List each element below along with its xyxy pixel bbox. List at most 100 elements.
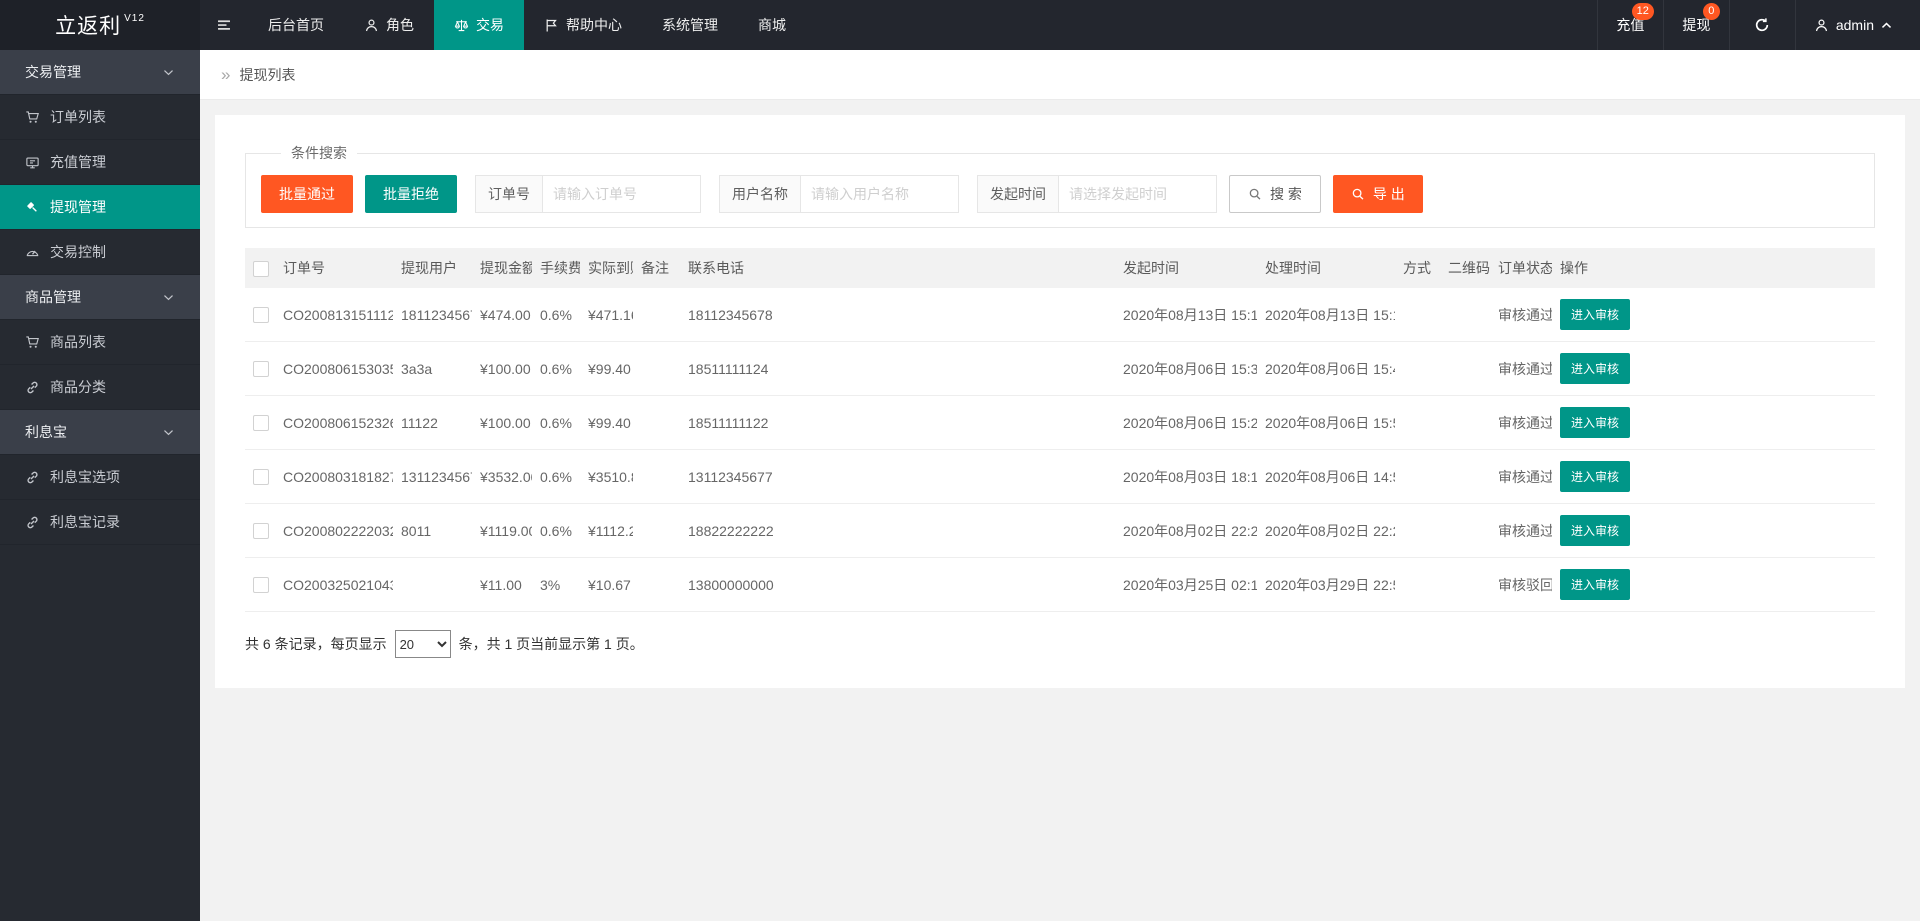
sidebar-group-goods[interactable]: 商品管理: [0, 275, 200, 320]
sidebar-group-label: 交易管理: [25, 64, 81, 80]
nav-item-roles[interactable]: 角色: [344, 0, 434, 50]
refresh-button[interactable]: [1728, 0, 1795, 50]
hamburger-icon: [216, 17, 232, 33]
cell-process-time: 2020年03月29日 22:53:45: [1265, 576, 1395, 593]
row-checkbox[interactable]: [253, 577, 269, 594]
batch-approve-button[interactable]: 批量通过: [261, 175, 353, 213]
menu-toggle-button[interactable]: [200, 0, 248, 50]
row-checkbox[interactable]: [253, 361, 269, 378]
enter-audit-button[interactable]: 进入审核: [1560, 461, 1631, 492]
sidebar-group-interest[interactable]: 利息宝: [0, 410, 200, 455]
cell-order-status: 审核通过: [1498, 522, 1552, 539]
export-button[interactable]: 导 出: [1332, 175, 1423, 213]
row-checkbox[interactable]: [253, 523, 269, 540]
brand-logo[interactable]: 立返利 V12: [0, 0, 200, 50]
user-name-filter-label: 用户名称: [719, 175, 801, 213]
nav-item-system[interactable]: 系统管理: [642, 0, 738, 50]
nav-item-label: 商城: [758, 17, 786, 33]
column-header: 订单号: [283, 260, 325, 276]
breadcrumb-arrows-icon: »: [221, 65, 231, 84]
start-time-filter: 发起时间: [977, 175, 1217, 213]
per-page-select[interactable]: 20: [394, 630, 451, 658]
cell-process-time: 2020年08月02日 22:21:20: [1265, 522, 1395, 539]
cell-actual-amount: ¥3510.81: [588, 468, 633, 485]
sidebar-item-withdraw-manage[interactable]: 提现管理: [0, 185, 200, 230]
cell-phone: 13112345677: [688, 468, 773, 485]
sidebar: 交易管理 订单列表 充值管理 提现管理 交易控制 商品管理 商品列表 商品分类 …: [0, 50, 200, 921]
start-time-input[interactable]: [1059, 175, 1217, 213]
user-menu[interactable]: admin: [1794, 0, 1920, 50]
cell-process-time: 2020年08月06日 15:43:00: [1265, 360, 1395, 377]
cell-start-time: 2020年03月25日 02:10:43: [1123, 576, 1257, 593]
sidebar-item-recharge-manage[interactable]: 充值管理: [0, 140, 200, 185]
flag-icon: [544, 18, 559, 33]
sidebar-item-order-list[interactable]: 订单列表: [0, 95, 200, 140]
nav-item-label: 帮助中心: [566, 17, 622, 33]
sidebar-item-goods-list[interactable]: 商品列表: [0, 320, 200, 365]
select-all-checkbox[interactable]: [253, 260, 269, 277]
table-header-row: 订单号 提现用户 提现金额手续费实际到账备注 联系电话 发起时间 处理时间 方式 二维码订单状…: [245, 248, 1875, 288]
topbar: 立返利 V12 后台首页 角色 交易 帮助中心 系统管理 商城 12 充值 0 …: [0, 0, 1920, 50]
search-button[interactable]: 搜 索: [1229, 175, 1321, 213]
nav-item-help-center[interactable]: 帮助中心: [524, 0, 642, 50]
row-checkbox[interactable]: [253, 469, 269, 486]
cell-withdraw-user: 8011: [401, 522, 432, 539]
sidebar-group-trade[interactable]: 交易管理: [0, 50, 200, 95]
cell-withdraw-amount: ¥1119.00: [480, 522, 532, 539]
cell-order-status: 审核通过: [1498, 360, 1552, 377]
card-icon: [25, 155, 40, 170]
page-title: 提现列表: [239, 66, 296, 83]
nav-item-home[interactable]: 后台首页: [248, 0, 344, 50]
cell-withdraw-amount: ¥100.00: [480, 414, 531, 431]
table-row: CO2003250210434626 ¥11.00 3% ¥10.67 1380…: [245, 557, 1875, 612]
sidebar-item-interest-options[interactable]: 利息宝选项: [0, 455, 200, 500]
sidebar-item-trade-control[interactable]: 交易控制: [0, 230, 200, 275]
cell-withdraw-amount: ¥100.00: [480, 360, 531, 377]
cell-fee: 0.6%: [540, 414, 572, 431]
cell-order-no: CO2008131511127347: [283, 306, 393, 323]
cell-actual-amount: ¥1112.29: [588, 522, 633, 539]
link-icon: [25, 470, 40, 485]
sidebar-item-label: 订单列表: [50, 109, 106, 125]
column-header: 提现用户: [401, 260, 457, 276]
cell-order-status: 审核通过: [1498, 306, 1552, 323]
cell-order-no: CO2008061523267400: [283, 414, 393, 431]
row-checkbox[interactable]: [253, 415, 269, 432]
row-checkbox[interactable]: [253, 307, 269, 324]
cell-withdraw-amount: ¥11.00: [480, 576, 522, 593]
chevron-down-icon: [163, 292, 174, 303]
sidebar-item-goods-category[interactable]: 商品分类: [0, 365, 200, 410]
search-button-label: 搜 索: [1270, 186, 1302, 202]
nav-item-label: 后台首页: [268, 17, 324, 33]
column-header: 提现金额: [480, 260, 532, 276]
order-no-input[interactable]: [543, 175, 701, 213]
nav-item-label: 角色: [386, 17, 414, 33]
table-row: CO2008031818274407 13112345677 ¥3532.00 …: [245, 449, 1875, 504]
enter-audit-button[interactable]: 进入审核: [1560, 299, 1631, 330]
cell-withdraw-amount: ¥3532.00: [480, 468, 532, 485]
breadcrumb-bar: » 提现列表: [200, 50, 1920, 100]
cell-start-time: 2020年08月13日 15:11:12: [1123, 306, 1257, 323]
cell-start-time: 2020年08月06日 15:30:35: [1123, 360, 1257, 377]
enter-audit-button[interactable]: 进入审核: [1560, 353, 1631, 384]
enter-audit-button[interactable]: 进入审核: [1560, 407, 1631, 438]
recharge-button[interactable]: 12 充值: [1596, 0, 1663, 50]
column-header: 订单状态: [1498, 260, 1552, 276]
nav-item-trade[interactable]: 交易: [434, 0, 524, 50]
batch-reject-button[interactable]: 批量拒绝: [365, 175, 457, 213]
column-header: 联系电话: [688, 260, 744, 276]
search-icon: [1248, 187, 1262, 201]
enter-audit-button[interactable]: 进入审核: [1560, 569, 1631, 600]
cell-actual-amount: ¥471.16: [588, 306, 633, 323]
start-time-filter-label: 发起时间: [977, 175, 1059, 213]
sidebar-item-interest-records[interactable]: 利息宝记录: [0, 500, 200, 545]
user-name-input[interactable]: [801, 175, 959, 213]
user-name-filter: 用户名称: [719, 175, 959, 213]
nav-item-mall[interactable]: 商城: [738, 0, 806, 50]
column-header: 二维码: [1448, 260, 1490, 276]
export-button-label: 导 出: [1372, 186, 1405, 202]
pagination-text-suffix: 条，共 1 页当前显示第 1 页。: [458, 636, 644, 652]
enter-audit-button[interactable]: 进入审核: [1560, 515, 1631, 546]
pagination: 共 6 条记录，每页显示 20 条，共 1 页当前显示第 1 页。: [245, 630, 1875, 658]
withdraw-button[interactable]: 0 提现: [1662, 0, 1729, 50]
